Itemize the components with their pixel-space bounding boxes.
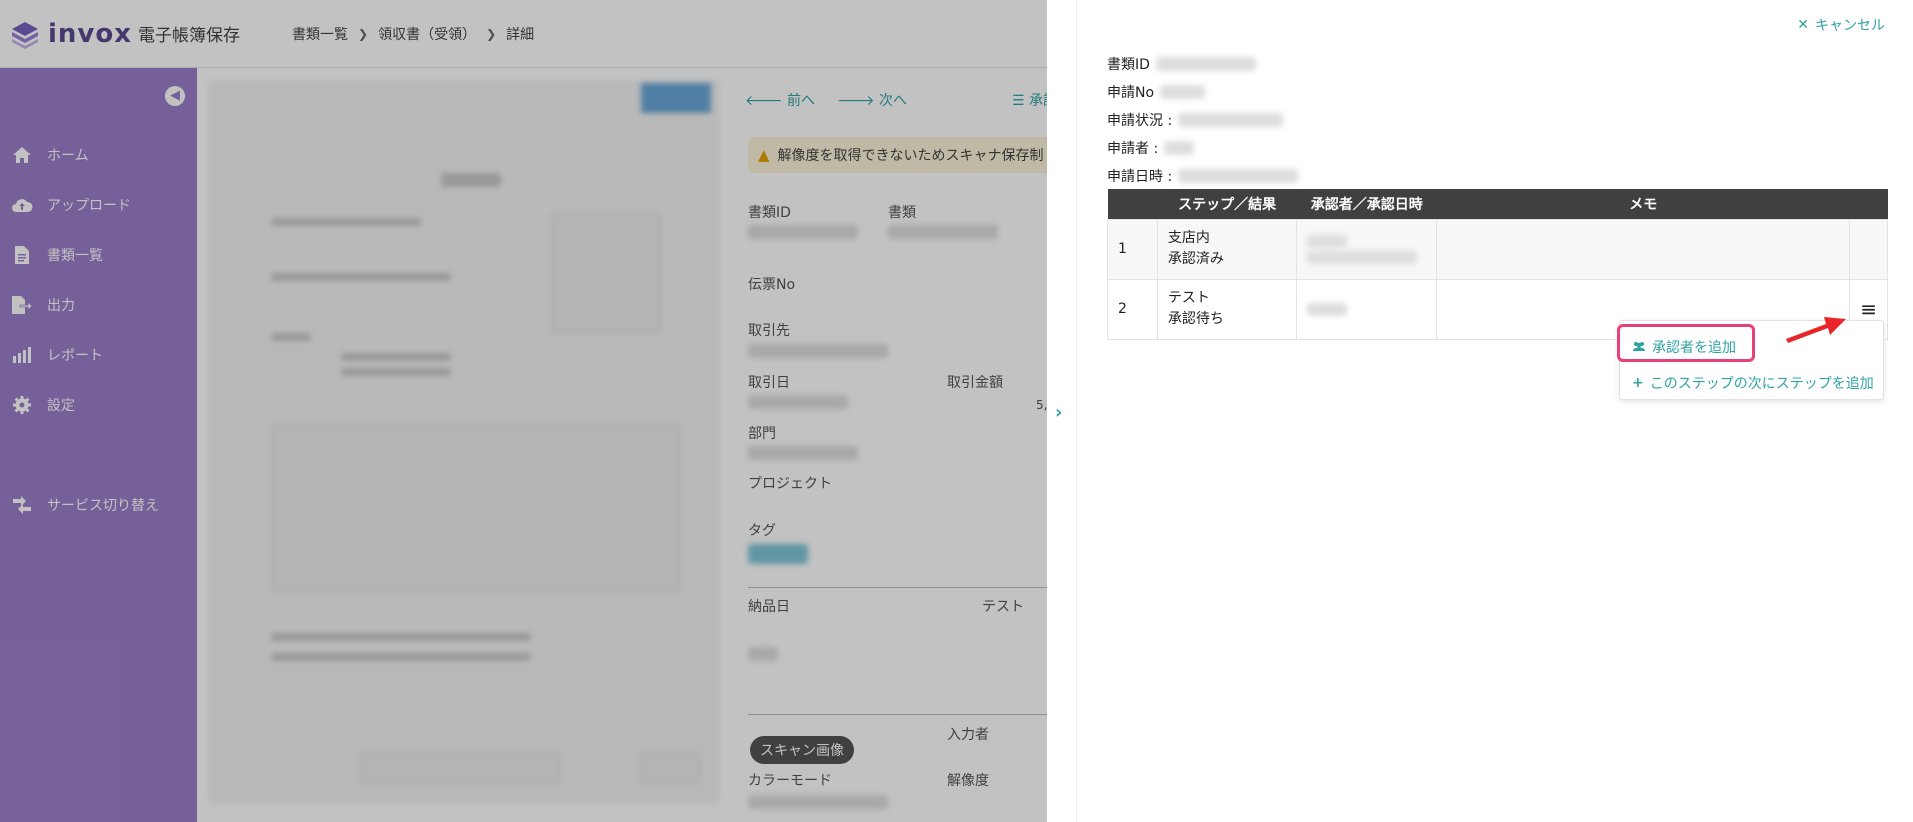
column-header-memo: メモ xyxy=(1436,189,1850,219)
memo-cell xyxy=(1436,218,1851,280)
step-number: 1 xyxy=(1107,218,1158,280)
info-value-blurred xyxy=(1164,141,1195,155)
application-info: 書類ID 申請No 申請状況 : 申請者 : 申請日時 : xyxy=(1107,50,1299,190)
column-header-step: ステップ／結果 xyxy=(1157,189,1297,219)
step-result: 承認済み xyxy=(1167,251,1224,267)
cancel-label: キャンセル xyxy=(1815,18,1885,34)
approver-blurred xyxy=(1307,234,1348,248)
panel-gutter: › xyxy=(1047,0,1077,822)
main-app: invox 電子帳簿保存 書類一覧 ❯ 領収書（受領） ❯ 詳細 ◀ ホーム ア… xyxy=(0,0,1047,822)
modal-backdrop[interactable] xyxy=(0,0,1047,822)
info-label: 申請No xyxy=(1107,85,1155,101)
info-value-blurred xyxy=(1160,85,1206,99)
info-row-status: 申請状況 : xyxy=(1107,106,1298,134)
close-icon: ✕ xyxy=(1797,17,1809,33)
info-row-doc-id: 書類ID xyxy=(1107,50,1298,78)
step-cell: テスト 承認待ち xyxy=(1156,278,1298,340)
table-header-row: ステップ／結果 承認者／承認日時 メモ xyxy=(1107,189,1888,219)
approver-cell xyxy=(1296,218,1438,280)
approved-at-blurred xyxy=(1307,250,1418,264)
column-header-no xyxy=(1107,189,1158,219)
chevron-right-icon[interactable]: › xyxy=(1055,402,1062,423)
step-result: 承認待ち xyxy=(1167,311,1224,327)
info-label: 申請日時 : xyxy=(1107,169,1173,185)
plus-icon: + xyxy=(1632,375,1644,391)
actions-cell xyxy=(1849,218,1888,280)
column-header-actions xyxy=(1849,189,1888,219)
step-name: テスト xyxy=(1167,290,1210,306)
info-value-blurred xyxy=(1178,169,1299,183)
step-number: 2 xyxy=(1107,278,1158,340)
info-label: 申請状況 : xyxy=(1107,113,1173,129)
approver-blurred xyxy=(1307,302,1348,316)
approval-panel: ✕ キャンセル 書類ID 申請No 申請状況 : 申請者 : 申請日時 : ステ… xyxy=(1077,0,1913,822)
info-value-blurred xyxy=(1178,113,1284,127)
cancel-button[interactable]: ✕ キャンセル xyxy=(1797,15,1885,35)
column-header-approver: 承認者／承認日時 xyxy=(1296,189,1437,219)
info-row-application-no: 申請No xyxy=(1107,78,1298,106)
pointer-arrow-icon xyxy=(1786,317,1846,343)
table-row: 1 支店内 承認済み xyxy=(1107,218,1888,280)
info-label: 書類ID xyxy=(1107,57,1150,73)
add-next-step-label: このステップの次にステップを追加 xyxy=(1649,376,1874,392)
add-next-step-menu-item[interactable]: + このステップの次にステップを追加 xyxy=(1632,373,1874,393)
info-row-applicant: 申請者 : xyxy=(1107,134,1298,162)
step-name: 支店内 xyxy=(1167,230,1210,246)
highlight-box xyxy=(1617,324,1755,362)
step-cell: 支店内 承認済み xyxy=(1156,218,1298,280)
info-label: 申請者 : xyxy=(1107,141,1159,157)
approver-cell xyxy=(1296,278,1438,340)
info-row-application-date: 申請日時 : xyxy=(1107,162,1299,190)
approval-steps-table: ステップ／結果 承認者／承認日時 メモ 1 支店内 承認済み 2 テスト 承認待… xyxy=(1107,189,1888,340)
info-value-blurred xyxy=(1155,57,1256,71)
